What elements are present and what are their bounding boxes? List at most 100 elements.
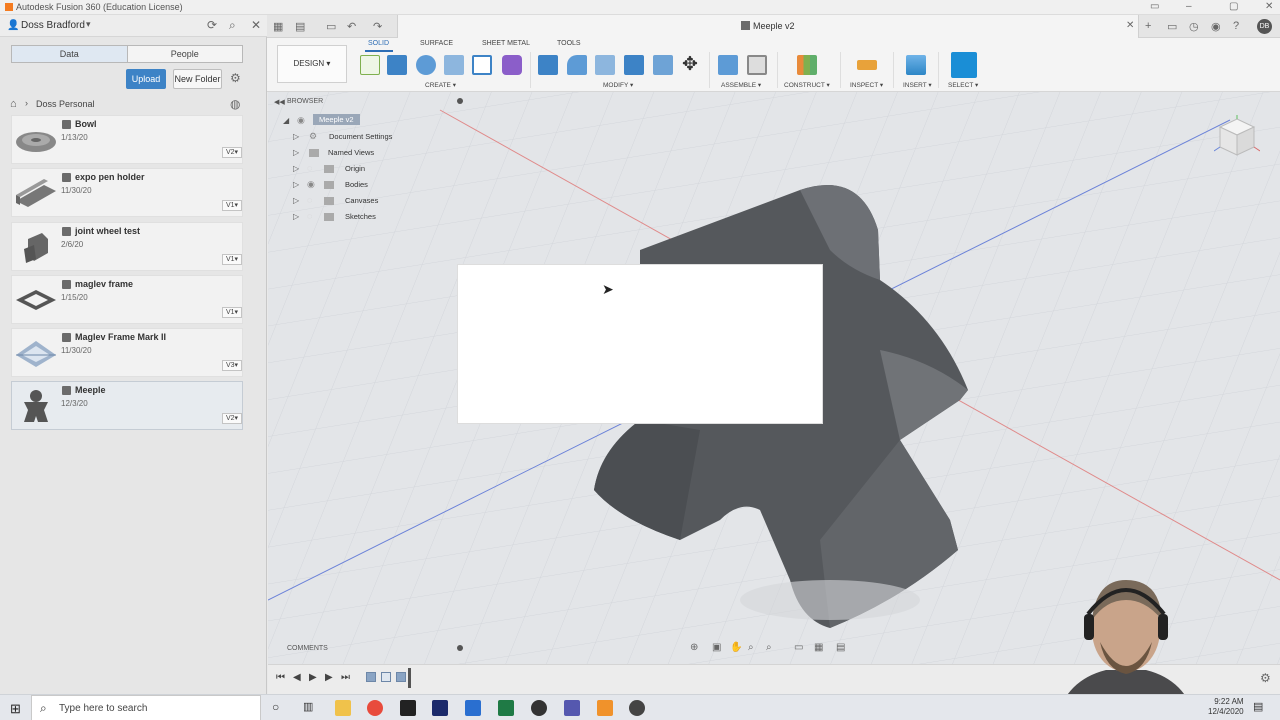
measure-tool[interactable] xyxy=(857,60,877,70)
notifications-icon[interactable]: ▤ xyxy=(1253,700,1263,713)
notifications-icon[interactable]: ◉ xyxy=(1211,20,1221,33)
version-badge[interactable]: V2▾ xyxy=(222,147,242,158)
expand-triangle-icon[interactable]: ▷ xyxy=(293,212,299,221)
extensions-icon[interactable]: ▭ xyxy=(1167,20,1177,33)
job-status-icon[interactable]: ◷ xyxy=(1189,20,1199,33)
app-icon[interactable] xyxy=(629,700,645,716)
pin-icon[interactable] xyxy=(457,98,463,104)
shell-tool[interactable] xyxy=(595,55,615,75)
clock[interactable]: 9:22 AM 12/4/2020 xyxy=(1208,697,1244,717)
version-badge[interactable]: V1▾ xyxy=(222,253,242,265)
inspect-group-label[interactable]: INSPECT ▾ xyxy=(850,81,883,89)
list-item[interactable]: expo pen holder 11/30/20 V1▾ xyxy=(11,168,243,218)
obs-icon[interactable] xyxy=(531,700,547,716)
teams-icon[interactable] xyxy=(564,700,580,716)
tab-tools[interactable]: TOOLS xyxy=(557,40,581,47)
close-window-button[interactable]: ✕ xyxy=(1265,1,1273,12)
comments-bar[interactable]: COMMENTS xyxy=(268,642,470,656)
refresh-icon[interactable]: ⟳ xyxy=(207,18,217,32)
avatar[interactable]: DB xyxy=(1257,19,1272,34)
help-icon[interactable]: ? xyxy=(1233,20,1239,32)
gear-icon[interactable]: ⚙ xyxy=(1260,671,1271,685)
task-view-icon[interactable]: ▥ xyxy=(303,700,313,713)
tab-data[interactable]: Data xyxy=(12,46,128,62)
insert-group-label[interactable]: INSERT ▾ xyxy=(903,81,932,89)
collapse-triangle-icon[interactable]: ◢ xyxy=(283,116,289,125)
display-settings-icon[interactable]: ▭ xyxy=(794,642,803,653)
list-item[interactable]: Bowl 1/13/20 V2▾ xyxy=(11,115,243,164)
version-badge[interactable]: V2▾ xyxy=(222,413,242,425)
joint-tool[interactable] xyxy=(747,55,767,75)
assemble-group-label[interactable]: ASSEMBLE ▾ xyxy=(721,81,761,89)
expand-triangle-icon[interactable]: ▷ xyxy=(293,180,299,189)
go-to-end-icon[interactable]: ⏭ xyxy=(341,672,350,683)
combine-tool[interactable] xyxy=(624,55,644,75)
visibility-eye-icon[interactable]: ◌ xyxy=(307,211,312,221)
go-to-start-icon[interactable]: ⏮ xyxy=(276,672,285,683)
move-icon[interactable]: ✥ xyxy=(682,53,698,76)
view-cube[interactable] xyxy=(1214,115,1260,161)
tree-item-origin[interactable]: ▷ ◌ Origin xyxy=(293,162,413,176)
blank-overlay-panel[interactable] xyxy=(457,264,823,424)
list-item[interactable]: maglev frame 1/15/20 V1▾ xyxy=(11,274,243,324)
chrome-icon[interactable] xyxy=(367,700,383,716)
taskbar-search-input[interactable]: ⌕ Type here to search xyxy=(31,695,261,720)
play-icon[interactable]: ▶ xyxy=(309,672,317,683)
version-badge[interactable]: V3▾ xyxy=(222,360,242,372)
step-forward-icon[interactable]: ▶ xyxy=(325,672,333,683)
close-tab-icon[interactable]: ✕ xyxy=(1126,20,1134,31)
upload-button[interactable]: Upload xyxy=(126,69,166,89)
pin-icon[interactable] xyxy=(457,645,463,651)
tree-item-sketches[interactable]: ▷ ◌ Sketches xyxy=(293,210,413,224)
workspace-switcher[interactable]: DESIGN ▾ xyxy=(277,45,347,83)
breadcrumb-project[interactable]: Doss Personal xyxy=(36,99,95,109)
create-sketch-tool[interactable] xyxy=(360,55,380,75)
pan-icon[interactable]: ✋ xyxy=(730,642,742,653)
fit-icon[interactable]: ⌕ xyxy=(766,642,772,653)
close-icon[interactable]: ✕ xyxy=(251,18,261,32)
select-group-label[interactable]: SELECT ▾ xyxy=(948,81,978,89)
whiteboard-icon[interactable] xyxy=(465,700,481,716)
redo-icon[interactable]: ↷ xyxy=(373,20,382,33)
form-tool[interactable] xyxy=(502,55,522,75)
browser-header[interactable]: ◀◀ BROWSER xyxy=(268,95,470,110)
tree-item-bodies[interactable]: ▷ ◉ Bodies xyxy=(293,178,413,192)
construct-group-label[interactable]: CONSTRUCT ▾ xyxy=(784,81,830,89)
document-tab[interactable]: Meeple v2 ✕ xyxy=(397,15,1139,38)
look-at-icon[interactable]: ▣ xyxy=(712,642,721,653)
file-explorer-icon[interactable] xyxy=(335,700,351,716)
new-folder-button[interactable]: New Folder xyxy=(173,69,222,89)
cortana-icon[interactable]: ○ xyxy=(272,700,279,714)
chevron-down-icon[interactable]: ▾ xyxy=(86,19,91,30)
collapse-arrow-icon[interactable]: ◀◀ xyxy=(274,98,285,106)
version-badge[interactable]: V1▾ xyxy=(222,200,242,212)
windows-icon[interactable]: ⊞ xyxy=(10,701,21,717)
timeline-feature[interactable] xyxy=(366,672,376,682)
extrude-tool[interactable] xyxy=(387,55,407,75)
create-group-label[interactable]: CREATE ▾ xyxy=(425,81,456,89)
expand-triangle-icon[interactable]: ▷ xyxy=(293,164,299,173)
maximize-button[interactable]: ▢ xyxy=(1229,1,1238,12)
list-item[interactable]: Meeple 12/3/20 V2▾ xyxy=(11,381,243,431)
expand-triangle-icon[interactable]: ▷ xyxy=(293,196,299,205)
tab-solid[interactable]: SOLID xyxy=(368,40,389,47)
insert-image-tool[interactable] xyxy=(906,55,926,75)
inkscape-icon[interactable] xyxy=(400,700,416,716)
browser-root[interactable]: ◢ ◉ Meeple v2 xyxy=(283,114,403,128)
expand-triangle-icon[interactable]: ▷ xyxy=(293,148,299,157)
list-item[interactable]: joint wheel test 2/6/20 V1▾ xyxy=(11,221,243,271)
press-pull-tool[interactable] xyxy=(538,55,558,75)
offset-plane-tool[interactable] xyxy=(797,55,817,75)
orbit-icon[interactable]: ⊕ xyxy=(690,642,698,653)
globe-icon[interactable]: ◍ xyxy=(230,97,240,111)
timeline-feature[interactable] xyxy=(396,672,406,682)
minimize-button[interactable]: – xyxy=(1186,1,1192,12)
grid-settings-icon[interactable]: ▦ xyxy=(814,642,823,653)
undo-icon[interactable]: ↶ xyxy=(347,20,356,33)
hole-tool[interactable] xyxy=(444,55,464,75)
save-icon[interactable]: ▭ xyxy=(326,20,336,33)
list-item[interactable]: Maglev Frame Mark II 11/30/20 V3▾ xyxy=(11,328,243,378)
photoshop-icon[interactable] xyxy=(432,700,448,716)
tab-people[interactable]: People xyxy=(128,46,243,62)
tab-surface[interactable]: SURFACE xyxy=(420,40,453,47)
